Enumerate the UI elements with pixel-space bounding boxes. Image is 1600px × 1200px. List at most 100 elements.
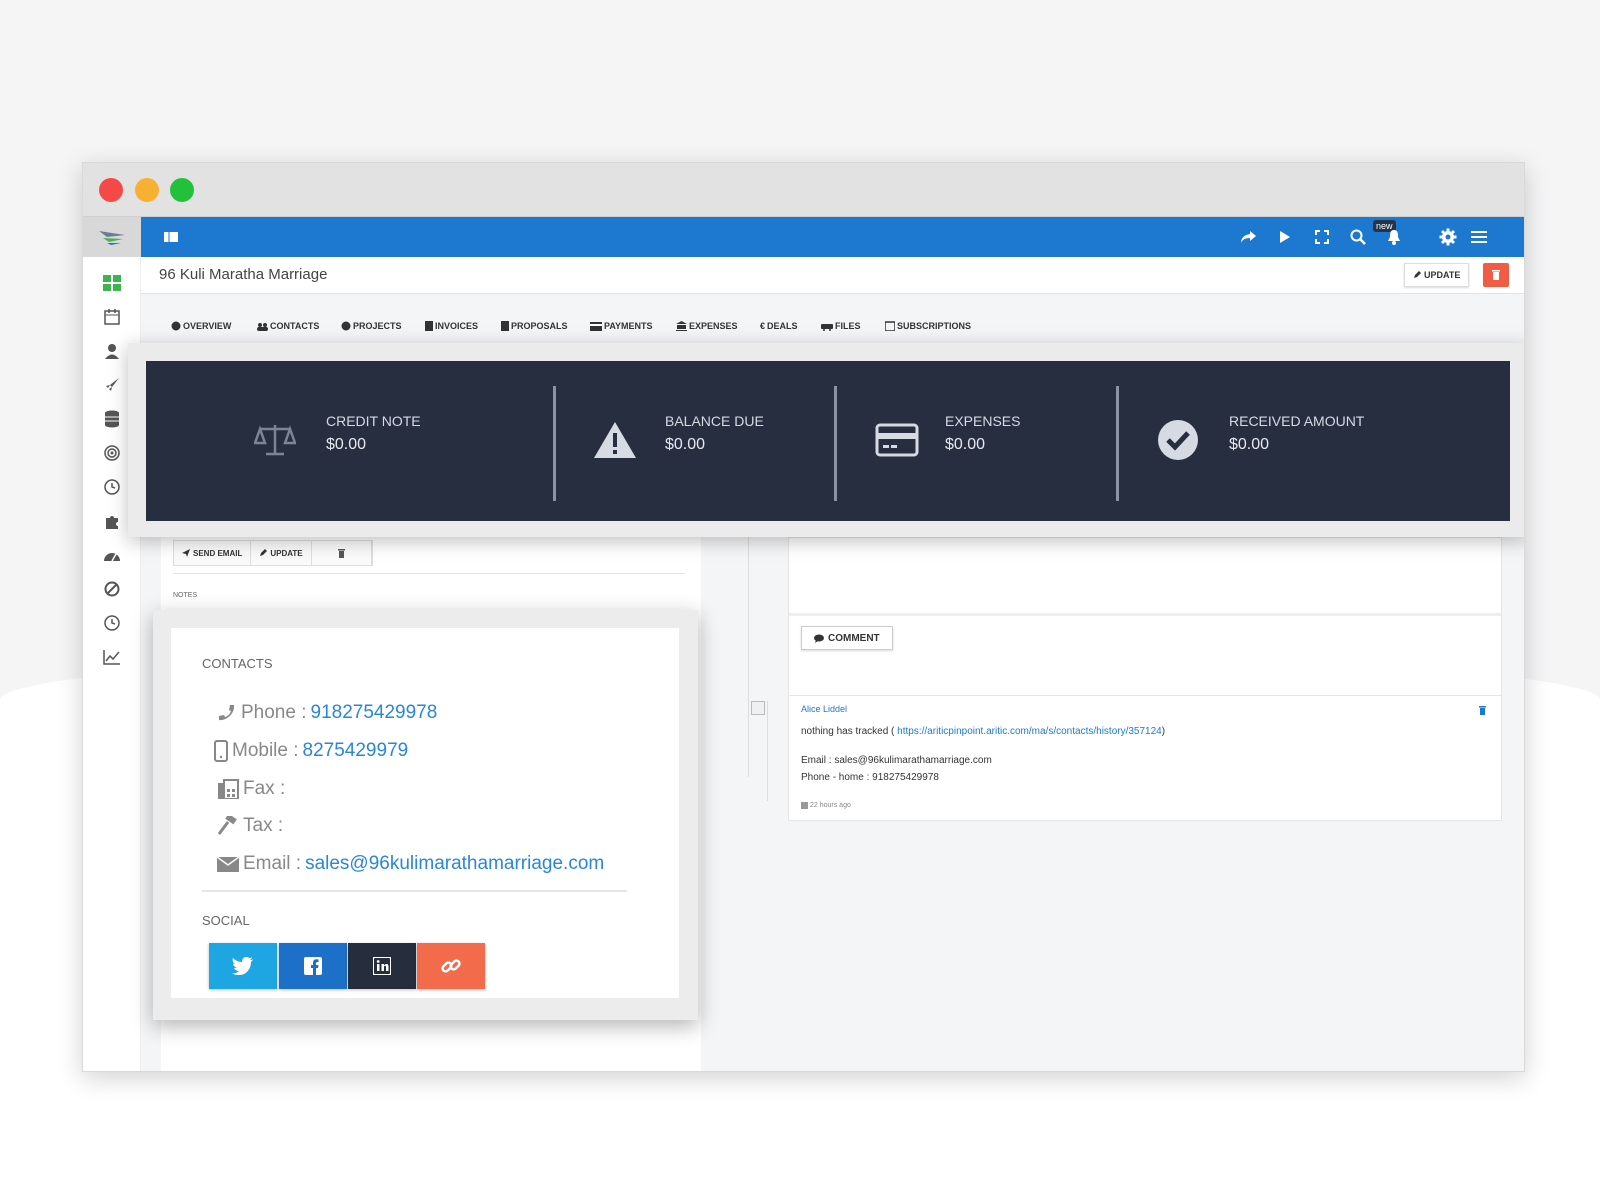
activity-phone: Phone - home : 918275429978: [801, 772, 939, 783]
email-link[interactable]: sales@96kulimarathamarriage.com: [305, 853, 604, 875]
euro-icon: €: [760, 321, 766, 331]
trash-icon: [337, 548, 345, 558]
activity-entry: Alice Liddel nothing has tracked ( https…: [788, 695, 1502, 821]
pencil-icon: [260, 549, 268, 556]
notification-bell-icon[interactable]: [1384, 227, 1404, 247]
dashboard-icon: [171, 321, 181, 331]
column-separator: [748, 537, 749, 777]
fullscreen-icon[interactable]: [1312, 227, 1332, 247]
update-button[interactable]: UPDATE: [1404, 263, 1470, 287]
calendar-icon: [801, 802, 808, 809]
hamburger-menu-icon[interactable]: [1469, 227, 1489, 247]
tab-projects[interactable]: Projects: [341, 321, 402, 331]
credit-card-icon: [873, 416, 921, 464]
clock-icon: [341, 321, 351, 331]
tab-invoices[interactable]: Invoices: [425, 321, 478, 331]
minimize-window-button[interactable]: [135, 178, 159, 202]
scale-icon: [251, 416, 299, 464]
file-icon: [425, 321, 433, 331]
divider: [202, 890, 627, 892]
top-navbar: new: [141, 217, 1524, 257]
app-logo[interactable]: [83, 217, 141, 257]
search-icon[interactable]: [1348, 227, 1368, 247]
window-titlebar: [83, 163, 1524, 217]
clock-icon[interactable]: [102, 477, 122, 497]
tab-subscriptions[interactable]: Subscriptions: [885, 321, 971, 331]
timeline-line: [767, 701, 768, 801]
calendar-icon[interactable]: [102, 307, 122, 327]
close-window-button[interactable]: [99, 178, 123, 202]
activity-history-link[interactable]: https://ariticpinpoint.aritic.com/ma/s/c…: [897, 726, 1162, 737]
tab-proposals[interactable]: Proposals: [501, 321, 568, 331]
mobile-link[interactable]: 8275429979: [303, 740, 409, 762]
calendar-icon: [885, 321, 895, 331]
database-icon[interactable]: [102, 409, 122, 429]
phone-link[interactable]: 918275429978: [311, 702, 438, 724]
gavel-icon: [217, 816, 237, 835]
target-icon[interactable]: [102, 443, 122, 463]
contacts-card: CONTACTS Phone :918275429978 Mobile :827…: [171, 628, 679, 998]
contact-email: Email : sales@96kulimarathamarriage.com: [217, 851, 604, 877]
send-email-button[interactable]: SEND EMAIL: [174, 541, 252, 565]
share-icon[interactable]: [1238, 227, 1258, 247]
history-icon[interactable]: [102, 613, 122, 633]
tab-deals[interactable]: € Deals: [760, 321, 798, 331]
contact-tax: Tax :: [217, 813, 283, 839]
card-icon: [590, 321, 602, 331]
divider: [173, 573, 685, 574]
contact-mobile: Mobile :8275429979: [214, 738, 408, 764]
facebook-icon: [304, 957, 322, 975]
comment-icon: [814, 634, 824, 643]
stats-panel: CREDIT NOTE $0.00 BALANCE DUE $0.00 EXPE…: [146, 361, 1510, 521]
tab-payments[interactable]: Payments: [590, 321, 653, 331]
tab-overview[interactable]: Overview: [171, 321, 231, 331]
pencil-icon: [1414, 271, 1421, 278]
app-window: new 96 Kuli Maratha Marriage UPDATE Over…: [82, 162, 1525, 1072]
warning-icon: [591, 416, 639, 464]
contact-fax: Fax :: [217, 776, 285, 802]
maximize-window-button[interactable]: [170, 178, 194, 202]
send-icon: [182, 549, 190, 557]
activity-user-link[interactable]: Alice Liddel: [801, 704, 847, 714]
tab-files[interactable]: Files: [821, 321, 861, 331]
notes-label: NOTES: [173, 592, 198, 599]
phone-icon: [219, 705, 235, 721]
activity-text: nothing has tracked ( https://ariticpinp…: [801, 726, 1166, 737]
page-header: 96 Kuli Maratha Marriage UPDATE: [141, 257, 1524, 294]
social-title: SOCIAL: [202, 913, 250, 928]
user-icon[interactable]: [102, 341, 122, 361]
fax-icon: [218, 779, 239, 799]
linkedin-button[interactable]: [348, 943, 416, 989]
trash-icon: [1492, 270, 1500, 280]
comment-button[interactable]: COMMENT: [801, 626, 893, 650]
delete-action-button[interactable]: [311, 541, 372, 565]
contacts-title: CONTACTS: [202, 656, 273, 671]
user-avatar-image: [751, 701, 765, 715]
file-icon: [501, 321, 509, 331]
activity-timestamp: 22 hours ago: [801, 802, 851, 809]
settings-gear-icon[interactable]: [1438, 227, 1458, 247]
twitter-button[interactable]: [209, 943, 277, 989]
comment-textarea[interactable]: [789, 538, 1501, 616]
line-chart-icon[interactable]: [102, 647, 122, 667]
page-title: 96 Kuli Maratha Marriage: [159, 266, 328, 283]
website-link-button[interactable]: [417, 943, 485, 989]
users-icon: [257, 322, 268, 331]
play-icon[interactable]: [1275, 227, 1295, 247]
contact-phone: Phone :918275429978: [217, 700, 437, 726]
update-action-button[interactable]: UPDATE: [251, 541, 312, 565]
ban-icon[interactable]: [102, 579, 122, 599]
delete-button[interactable]: [1483, 263, 1509, 287]
menu-toggle-icon[interactable]: [161, 227, 181, 247]
tab-expenses[interactable]: Expenses: [676, 321, 738, 331]
delete-activity-icon[interactable]: [1477, 704, 1487, 716]
facebook-button[interactable]: [279, 943, 347, 989]
stat-credit-note: CREDIT NOTE $0.00: [146, 361, 556, 521]
stat-received-amount: RECEIVED AMOUNT $0.00: [1119, 361, 1509, 521]
tab-contacts[interactable]: Contacts: [256, 321, 319, 331]
rocket-icon[interactable]: [102, 375, 122, 395]
twitter-icon: [232, 957, 253, 975]
gauge-icon[interactable]: [102, 545, 122, 565]
dashboard-icon[interactable]: [102, 273, 122, 293]
puzzle-icon[interactable]: [102, 511, 122, 531]
